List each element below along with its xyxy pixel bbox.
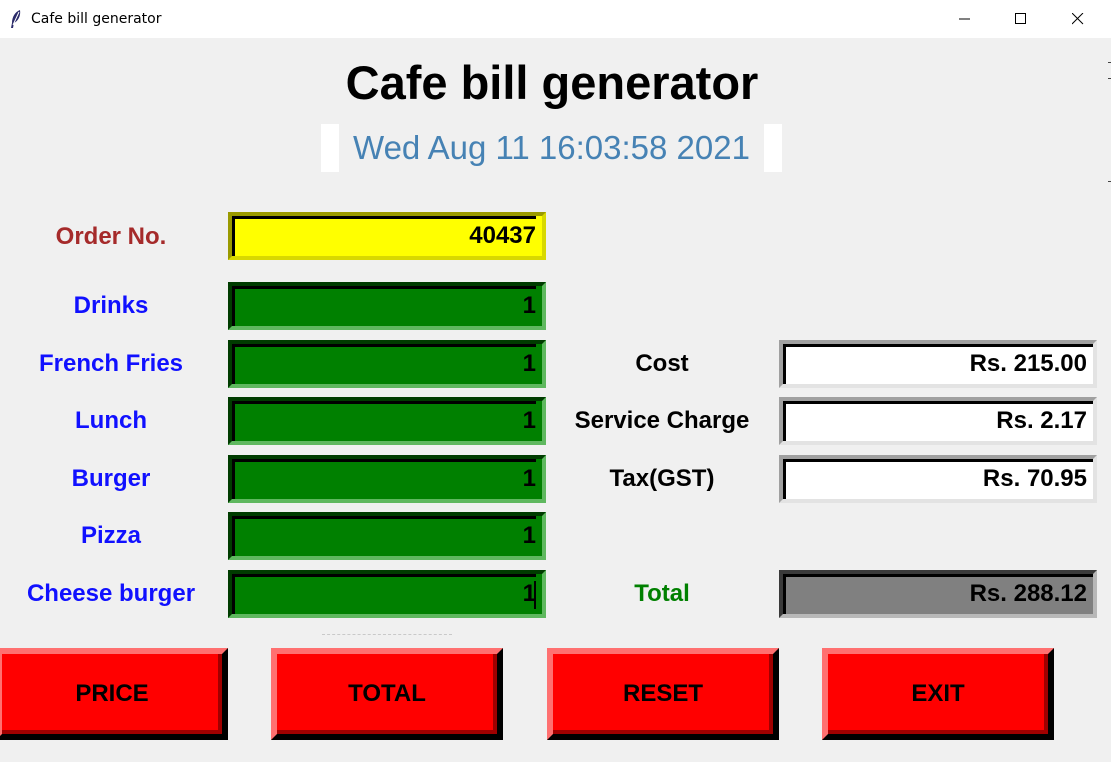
- cost-value: Rs. 215.00: [783, 344, 1093, 384]
- total-field[interactable]: Rs. 288.12: [779, 570, 1097, 618]
- pizza-quantity-field[interactable]: 1: [228, 512, 546, 560]
- focus-indicator: [322, 634, 452, 635]
- maximize-icon: [1015, 13, 1026, 24]
- burger-label: Burger: [71, 465, 151, 492]
- reset-button-label: RESET: [622, 680, 703, 707]
- cheese-burger-label: Cheese burger: [26, 580, 196, 607]
- drinks-label: Drinks: [73, 292, 149, 319]
- pizza-quantity-value: 1: [232, 516, 536, 556]
- tax-field[interactable]: Rs. 70.95: [779, 455, 1097, 503]
- cost-label: Cost: [635, 350, 689, 377]
- service-charge-label: Service Charge: [574, 407, 750, 434]
- lunch-quantity-field[interactable]: 1: [228, 397, 546, 445]
- order-number-value: 40437: [232, 216, 536, 256]
- price-button[interactable]: PRICE: [0, 648, 228, 740]
- reset-button[interactable]: RESET: [547, 648, 779, 740]
- drinks-quantity-field[interactable]: 1: [228, 282, 546, 330]
- burger-quantity-value: 1: [232, 459, 536, 499]
- pizza-label: Pizza: [80, 522, 142, 549]
- french-fries-label: French Fries: [38, 350, 184, 377]
- service-charge-field[interactable]: Rs. 2.17: [779, 397, 1097, 445]
- page-title: Cafe bill generator: [345, 56, 759, 109]
- exit-button[interactable]: EXIT: [822, 648, 1054, 740]
- text-cursor: [534, 580, 536, 609]
- tax-value: Rs. 70.95: [783, 459, 1093, 499]
- burger-quantity-field[interactable]: 1: [228, 455, 546, 503]
- cheese-burger-quantity-field[interactable]: 1: [228, 570, 546, 618]
- feather-icon: [9, 9, 23, 29]
- exit-button-label: EXIT: [911, 680, 965, 707]
- total-button[interactable]: TOTAL: [271, 648, 503, 740]
- close-icon: [1072, 13, 1084, 25]
- window-title: Cafe bill generator: [31, 11, 162, 27]
- total-label: Total: [634, 580, 690, 607]
- total-button-label: TOTAL: [348, 680, 426, 707]
- maximize-button[interactable]: [998, 0, 1044, 38]
- price-button-label: PRICE: [75, 680, 149, 707]
- minimize-icon: [959, 18, 970, 20]
- window-titlebar: Cafe bill generator: [0, 0, 1111, 38]
- lunch-label: Lunch: [75, 407, 147, 434]
- cost-field[interactable]: Rs. 215.00: [779, 340, 1097, 388]
- tax-label: Tax(GST): [609, 465, 715, 492]
- cheese-burger-quantity-inner: 1: [232, 574, 536, 614]
- service-charge-value: Rs. 2.17: [783, 401, 1093, 441]
- order-number-field[interactable]: 40437: [228, 212, 546, 260]
- close-button[interactable]: [1055, 0, 1101, 38]
- total-value: Rs. 288.12: [783, 574, 1093, 614]
- datetime-label: Wed Aug 11 16:03:58 2021: [339, 124, 764, 172]
- minimize-button[interactable]: [942, 0, 988, 38]
- french-fries-quantity-value: 1: [232, 344, 536, 384]
- order-number-label: Order No.: [55, 223, 167, 250]
- drinks-quantity-value: 1: [232, 286, 536, 326]
- french-fries-quantity-field[interactable]: 1: [228, 340, 546, 388]
- lunch-quantity-value: 1: [232, 401, 536, 441]
